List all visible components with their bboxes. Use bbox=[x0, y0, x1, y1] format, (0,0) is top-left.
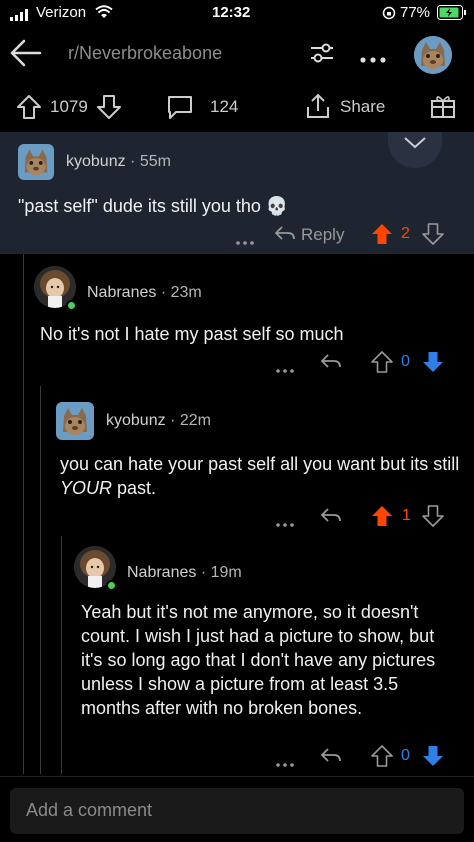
downvote-icon[interactable] bbox=[422, 505, 444, 532]
comment-username[interactable]: Nabranes bbox=[127, 564, 196, 581]
downvote-active-icon[interactable] bbox=[422, 745, 444, 772]
carrier-label: Verizon bbox=[36, 4, 87, 21]
comment-username[interactable]: Nabranes bbox=[87, 284, 156, 301]
reply-arrow-icon[interactable] bbox=[320, 506, 342, 529]
comment-avatar[interactable] bbox=[18, 144, 54, 180]
post-downvote-arrow-icon[interactable] bbox=[96, 94, 122, 125]
comment-text-part: you can hate your past self all you want… bbox=[60, 454, 460, 474]
reply-arrow-icon[interactable] bbox=[320, 352, 342, 375]
share-label[interactable]: Share bbox=[340, 97, 385, 117]
comment-meta: kyobunz · 55m bbox=[66, 153, 171, 170]
award-gift-icon[interactable] bbox=[430, 93, 456, 124]
upvote-icon[interactable] bbox=[371, 351, 393, 378]
reply-label[interactable]: Reply bbox=[301, 225, 344, 245]
comment-meta: kyobunz · 22m bbox=[106, 412, 211, 429]
comment-more-icon[interactable] bbox=[276, 514, 294, 532]
post-vote-count: 1079 bbox=[50, 97, 88, 116]
downvote-active-icon[interactable] bbox=[422, 351, 444, 378]
share-icon[interactable] bbox=[305, 92, 331, 125]
comment-score: 0 bbox=[401, 747, 410, 764]
upvote-icon[interactable] bbox=[371, 745, 393, 772]
battery-percent: 77% bbox=[400, 4, 431, 21]
upvote-active-icon[interactable] bbox=[371, 505, 393, 532]
downvote-icon[interactable] bbox=[422, 223, 444, 250]
user-avatar[interactable] bbox=[414, 36, 452, 74]
back-arrow-icon[interactable] bbox=[10, 38, 42, 73]
comment-avatar[interactable] bbox=[56, 402, 94, 440]
comment-more-icon[interactable] bbox=[276, 754, 294, 772]
add-comment-input[interactable]: Add a comment bbox=[10, 788, 464, 834]
reply-arrow-icon[interactable] bbox=[320, 746, 342, 769]
comment-username[interactable]: kyobunz bbox=[106, 412, 166, 429]
clock: 12:32 bbox=[212, 4, 251, 21]
upvote-active-icon[interactable] bbox=[371, 223, 393, 250]
comment-text: "past self" dude its still you tho 💀 bbox=[18, 196, 289, 216]
battery-icon bbox=[437, 5, 467, 24]
status-bar: Verizon 12:32 77% bbox=[0, 0, 474, 26]
comment-score: 2 bbox=[401, 225, 410, 242]
top-nav: r/Neverbrokeabone bbox=[0, 26, 474, 82]
comment-age: 19m bbox=[210, 564, 242, 581]
orientation-lock-icon bbox=[382, 6, 396, 24]
comment-score: 1 bbox=[402, 507, 411, 524]
post-upvote-arrow-icon[interactable] bbox=[16, 94, 42, 125]
comment-meta: Nabranes · 19m bbox=[127, 564, 242, 581]
comment-text: Yeah but it's not me anymore, so it does… bbox=[81, 602, 436, 718]
comment-age: 22m bbox=[179, 412, 211, 429]
comment-age: 55m bbox=[139, 153, 171, 170]
subreddit-title[interactable]: r/Neverbrokeabone bbox=[68, 43, 222, 64]
comment-text: No it's not I hate my past self so much bbox=[40, 324, 344, 344]
comment-reply-3: Nabranes · 19m Yeah but it's not me anym… bbox=[0, 536, 474, 774]
composer-divider bbox=[0, 776, 474, 777]
comments-count: 124 bbox=[210, 97, 239, 116]
comment-text-part: past. bbox=[112, 478, 157, 498]
post-action-bar: 1079 124 Share bbox=[0, 82, 474, 132]
more-options-icon[interactable] bbox=[360, 50, 386, 68]
comments-bubble-icon[interactable] bbox=[166, 94, 194, 125]
comment-more-icon[interactable] bbox=[276, 360, 294, 378]
comment-text: you can hate your past self all you want… bbox=[60, 452, 460, 500]
comment-score: 0 bbox=[401, 353, 410, 370]
wifi-icon bbox=[95, 5, 113, 23]
sort-filter-icon[interactable] bbox=[309, 40, 335, 71]
reply-arrow-icon[interactable] bbox=[274, 224, 296, 247]
comment-text-emphasis: YOUR bbox=[60, 478, 113, 498]
collapse-chevron-button[interactable] bbox=[388, 132, 442, 168]
comment-age: 23m bbox=[170, 284, 202, 301]
online-status-dot bbox=[106, 580, 117, 591]
comment-meta: Nabranes · 23m bbox=[87, 284, 202, 301]
online-status-dot bbox=[66, 300, 77, 311]
comment-highlighted: kyobunz · 55m "past self" dude its still… bbox=[0, 132, 474, 254]
comment-reply-1: Nabranes · 23m No it's not I hate my pas… bbox=[0, 254, 474, 386]
comment-reply-2: kyobunz · 22m you can hate your past sel… bbox=[0, 386, 474, 536]
signal-icon bbox=[10, 8, 30, 21]
comment-more-icon[interactable] bbox=[236, 232, 254, 250]
comment-username[interactable]: kyobunz bbox=[66, 153, 126, 170]
